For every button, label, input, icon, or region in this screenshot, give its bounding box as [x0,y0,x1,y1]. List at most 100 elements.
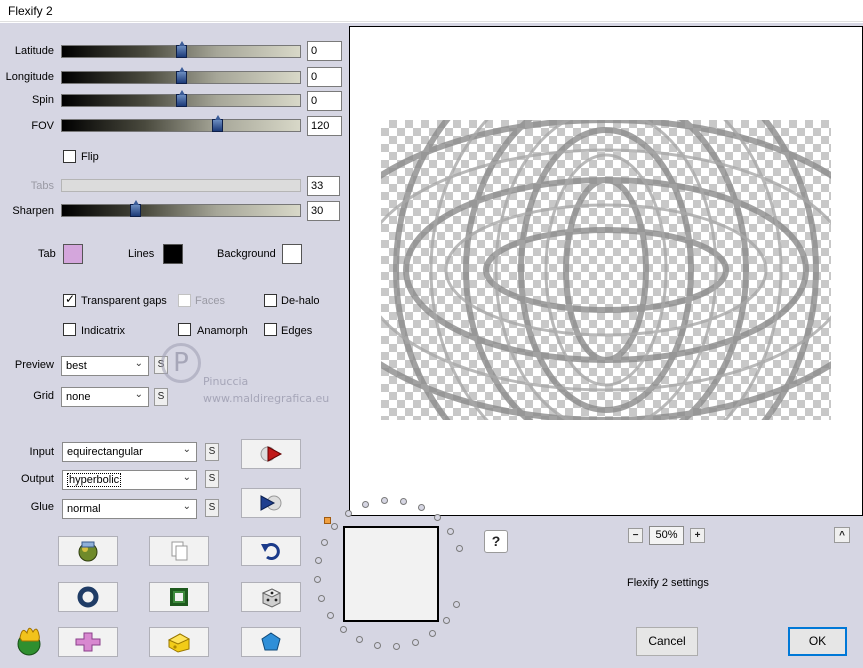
arc-dot[interactable] [345,510,352,517]
background-color-swatch[interactable] [282,244,302,264]
latitude-value[interactable]: 0 [307,41,342,61]
title-bar: Flexify 2 [0,0,863,22]
anamorph-checkbox[interactable] [178,323,191,336]
collapse-button[interactable]: ^ [834,527,850,543]
de-halo-checkbox[interactable] [264,294,277,307]
chevron-down-icon: ⌄ [182,472,191,483]
tabs-slider [61,179,301,192]
edges-label: Edges [281,325,313,337]
arc-dot[interactable] [321,539,328,546]
dice-button[interactable] [241,582,301,612]
arc-dot[interactable] [453,601,460,608]
longitude-slider[interactable] [61,67,301,84]
arc-dot[interactable] [434,514,441,521]
grid-value: none [66,391,91,403]
zoom-out-button[interactable]: − [628,528,643,543]
hyperbolic-grid-image [381,120,831,420]
input-value: equirectangular [67,446,143,458]
output-value: hyperbolic [67,473,122,487]
glue-label: Glue [30,501,54,513]
de-halo-label: De-halo [281,295,320,307]
output-select[interactable]: hyperbolic ⌄ [62,470,197,490]
arc-dot[interactable] [318,595,325,602]
cancel-button[interactable]: Cancel [636,627,698,656]
check-mark-icon: ✓ [65,292,76,306]
grid-select[interactable]: none ⌄ [61,387,149,407]
arc-dot[interactable] [443,617,450,624]
flame-logo-icon [17,627,41,656]
background-color-label: Background [217,248,276,260]
input-s-button[interactable]: S [205,443,219,461]
arc-dot[interactable] [412,639,419,646]
play-blue-icon [260,495,282,511]
arc-dot[interactable] [447,528,454,535]
ok-button[interactable]: OK [788,627,847,656]
arc-dot[interactable] [400,498,407,505]
slider-thumb[interactable] [176,90,187,107]
arc-dot[interactable] [429,630,436,637]
tabs-label: Tabs [30,180,54,192]
cross-button[interactable] [58,627,118,657]
cheese-button[interactable] [149,627,209,657]
preview-select[interactable]: best ⌄ [61,356,149,376]
help-button[interactable]: ? [484,530,508,553]
input-select[interactable]: equirectangular ⌄ [62,442,197,462]
gem-button[interactable] [241,627,301,657]
grid-s-button[interactable]: S [154,388,168,406]
chevron-down-icon: ⌄ [134,358,143,369]
indicatrix-checkbox[interactable] [63,323,76,336]
play-forward-button[interactable] [241,439,301,469]
slider-thumb[interactable] [212,115,223,132]
tab-color-label: Tab [38,248,56,260]
preview-image [381,120,831,420]
arc-dot[interactable] [393,643,400,650]
arc-dot[interactable] [315,557,322,564]
flip-checkbox[interactable] [63,150,76,163]
copy-button[interactable] [149,536,209,566]
glue-value: normal [67,503,101,515]
arc-marker[interactable] [324,517,331,524]
arc-dot[interactable] [340,626,347,633]
navigator-thumbnail[interactable] [343,526,439,622]
output-label: Output [20,473,54,485]
arc-dot[interactable] [314,576,321,583]
output-s-button[interactable]: S [205,470,219,488]
arc-dot[interactable] [362,501,369,508]
ring-button[interactable] [58,582,118,612]
latitude-slider[interactable] [61,41,301,58]
undo-button[interactable] [241,536,301,566]
chevron-down-icon: ⌄ [182,444,191,455]
spin-slider[interactable] [61,90,301,107]
fov-slider[interactable] [61,115,301,132]
arc-dot[interactable] [327,612,334,619]
zoom-in-button[interactable]: + [690,528,705,543]
play-back-button[interactable] [241,488,301,518]
arc-dot[interactable] [381,497,388,504]
randomize-button[interactable] [58,536,118,566]
chevron-down-icon: ⌄ [134,389,143,400]
edges-checkbox[interactable] [264,323,277,336]
arc-dot[interactable] [356,636,363,643]
glue-s-button[interactable]: S [205,499,219,517]
lines-color-swatch[interactable] [163,244,183,264]
play-red-icon [260,446,283,462]
tab-color-swatch[interactable] [63,244,83,264]
longitude-value[interactable]: 0 [307,67,342,87]
sharpen-value[interactable]: 30 [307,201,340,221]
preview-label: Preview [14,359,54,371]
arc-dot[interactable] [331,523,338,530]
arc-dot[interactable] [456,545,463,552]
slider-thumb[interactable] [176,67,187,84]
sharpen-slider[interactable] [61,200,301,217]
fov-value[interactable]: 120 [307,116,342,136]
zoom-level[interactable]: 50% [649,526,684,545]
glue-select[interactable]: normal ⌄ [62,499,197,519]
arc-dot[interactable] [418,504,425,511]
square-button[interactable] [149,582,209,612]
transparent-gaps-checkbox[interactable]: ✓ [63,292,76,307]
indicatrix-label: Indicatrix [81,325,126,337]
spin-value[interactable]: 0 [307,91,342,111]
arc-dot[interactable] [374,642,381,649]
slider-thumb[interactable] [130,200,141,217]
slider-thumb[interactable] [176,41,187,58]
